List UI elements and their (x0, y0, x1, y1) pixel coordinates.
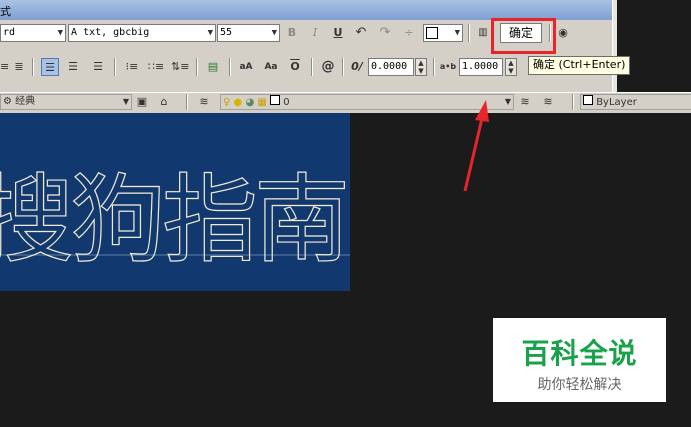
chevron-down-icon[interactable]: ▼ (123, 95, 129, 109)
lowercase-button[interactable]: Aa (263, 58, 279, 76)
chevron-down-icon[interactable]: ▼ (272, 25, 277, 41)
redo-icon[interactable]: ↷ (378, 24, 392, 42)
chevron-down-icon[interactable]: ▼ (505, 95, 511, 109)
oblique-angle-icon: 0/ (351, 60, 363, 73)
toolbar-divider (311, 58, 313, 76)
color-swatch (426, 27, 438, 39)
ok-button-highlight (491, 18, 556, 54)
font-select[interactable]: A txt, gbcbig ▼ (68, 24, 216, 42)
numbering-icon[interactable]: ⁝≡ (124, 58, 140, 76)
mtext-content: 搜狗指南 (0, 164, 346, 276)
chevron-down-icon[interactable]: ▼ (58, 25, 63, 41)
style-select[interactable]: rd ▼ (0, 24, 66, 42)
watermark-subtitle: 助你轻松解决 (537, 377, 622, 393)
chevron-down-icon[interactable]: ▼ (208, 25, 213, 41)
lock-icon: ◕ (245, 97, 255, 108)
lightbulb-icon: ♀ (223, 97, 231, 108)
watermark-title: 百科全说 (521, 337, 638, 370)
dialog-title: 式 (0, 5, 11, 18)
tracking-icon: a•b (439, 62, 457, 71)
insert-field-icon[interactable]: ▤ (204, 58, 222, 76)
tracking-spinner[interactable]: ▲ ▼ (505, 58, 517, 76)
align-right-icon[interactable]: ≣ (12, 58, 26, 76)
toolbar-divider (196, 58, 198, 76)
bullets-icon[interactable]: ∷≡ (148, 58, 164, 76)
linetype-value: ByLayer (596, 97, 637, 108)
align-left-icon[interactable]: ≡ (0, 58, 9, 76)
annotation-arrow (463, 100, 489, 192)
style-value: rd (3, 27, 16, 38)
underline-button[interactable]: U (332, 24, 344, 42)
toolbar-divider (32, 58, 34, 76)
align-top-icon[interactable]: ☰ (41, 58, 59, 76)
make-current-icon[interactable]: ≋ (517, 94, 533, 110)
uppercase-button[interactable]: aA (238, 58, 254, 76)
align-bottom-icon[interactable]: ☰ (90, 58, 106, 76)
dialog-titlebar: 式 (0, 0, 616, 20)
toolbar-divider (468, 24, 470, 42)
ruler-icon[interactable]: ▥ (474, 24, 492, 42)
dialog-edge (612, 0, 617, 92)
toolbar-divider (186, 94, 188, 110)
linetype-select[interactable]: ByLayer (580, 94, 691, 110)
workspace-save-icon[interactable]: ⌂ (156, 94, 172, 110)
bold-button[interactable]: B (285, 24, 299, 42)
toolbar-divider (114, 58, 116, 76)
watermark-logo: 百科全说 助你轻松解决 (493, 318, 666, 402)
italic-button[interactable]: I (309, 24, 321, 42)
font-type-icon: A (71, 27, 78, 38)
layer-properties-icon[interactable]: ≋ (196, 94, 212, 110)
chevron-down-icon[interactable]: ▼ (455, 25, 460, 41)
mtext-glyphs: 搜狗指南 (0, 163, 350, 277)
gear-icon: ⚙ (3, 96, 12, 107)
mtext-editor-box[interactable]: 搜狗指南 (0, 113, 350, 291)
ok-tooltip: 确定 (Ctrl+Enter) (528, 56, 631, 75)
workspace-value: 经典 (15, 96, 36, 107)
toolbar-divider (342, 58, 344, 76)
height-value: 55 (220, 27, 233, 38)
workspace-select[interactable]: ⚙ 经典 ▼ (0, 94, 132, 110)
overline-button[interactable]: O (288, 58, 302, 76)
color-select[interactable]: ▼ (423, 24, 463, 42)
text-height-select[interactable]: 55 ▼ (217, 24, 280, 42)
tracking-input[interactable]: 1.0000 (459, 58, 503, 76)
align-middle-icon[interactable]: ☰ (65, 58, 81, 76)
layer-color-swatch (270, 95, 280, 105)
undo-icon[interactable]: ↶ (354, 24, 368, 42)
layer-name: 0 (283, 97, 290, 108)
layer-toolbar: ⚙ 经典 ▼ ▣ ⌂ ≋ ♀ ● ◕ ▦ 0 ▼ ≋ ≋ ByLayer (0, 92, 691, 113)
plot-icon: ▦ (257, 97, 267, 108)
options-icon[interactable]: ◉ (556, 24, 570, 42)
uppercase-letters-icon[interactable]: ⇅≡ (171, 58, 189, 76)
workspace-settings-icon[interactable]: ▣ (134, 94, 150, 110)
toolbar-divider (229, 58, 231, 76)
layer-previous-icon[interactable]: ≋ (540, 94, 556, 110)
oblique-spinner[interactable]: ▲ ▼ (415, 58, 427, 76)
linetype-swatch (583, 95, 593, 105)
stack-icon[interactable]: ÷ (402, 24, 416, 42)
symbol-button[interactable]: @ (319, 58, 337, 76)
toolbar-divider (433, 58, 435, 76)
oblique-angle-input[interactable]: 0.0000 (368, 58, 414, 76)
sun-icon: ● (233, 97, 243, 108)
toolbar-divider (572, 94, 574, 110)
font-value: txt, gbcbig (83, 27, 150, 38)
